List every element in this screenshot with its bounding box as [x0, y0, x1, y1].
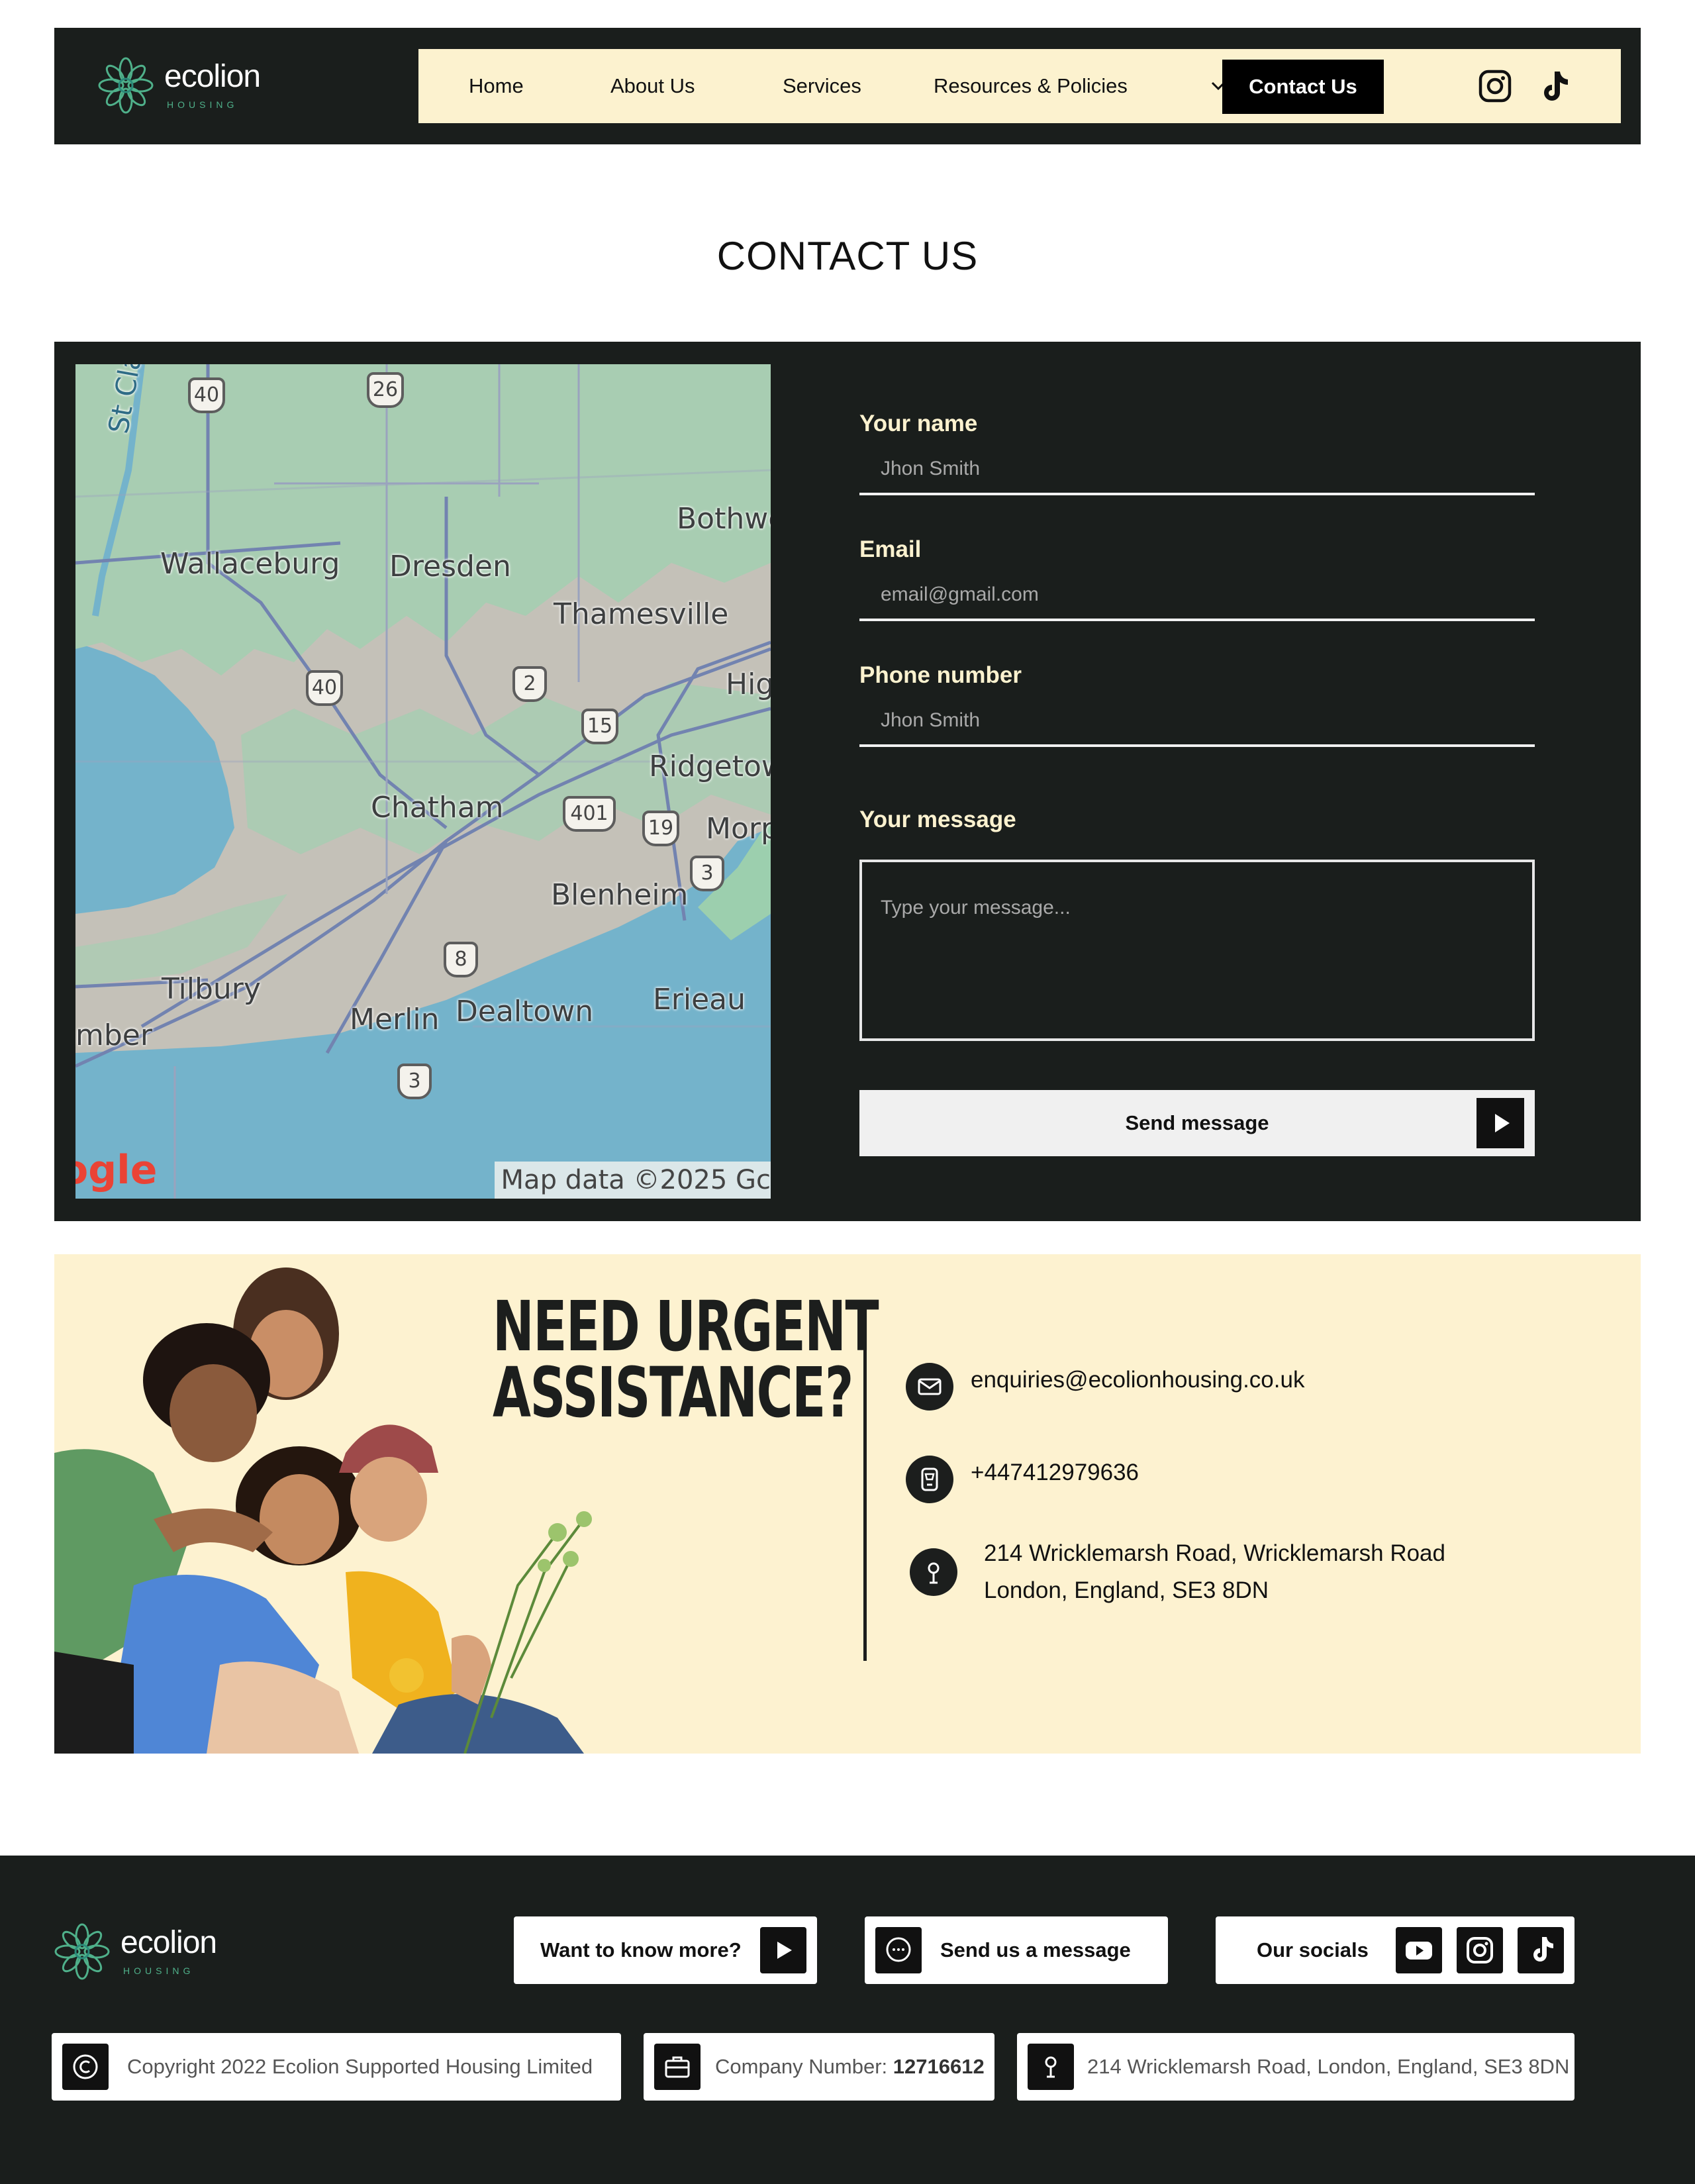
phone-label: Phone number — [859, 662, 1022, 688]
send-us-a-message-button[interactable]: Send us a message — [865, 1916, 1168, 1984]
map-label-erieau: Erieau — [653, 983, 746, 1017]
route-shield: 26 — [367, 372, 404, 408]
urgent-title-line2: ASSISTANCE? — [493, 1352, 853, 1433]
instagram-icon[interactable] — [1457, 1927, 1503, 1973]
play-arrow-icon — [760, 1927, 806, 1973]
company-number-prefix: Company Number: — [715, 2055, 893, 2078]
brand-name: ecolion — [164, 59, 261, 94]
location-pin-icon — [1028, 2044, 1074, 2090]
send-message-button[interactable]: Send message — [859, 1090, 1535, 1156]
copyright-text: Copyright 2022 Ecolion Supported Housing… — [127, 2055, 593, 2078]
map-label-bothwell: Bothwe — [677, 502, 771, 536]
play-arrow-icon — [1477, 1098, 1524, 1148]
route-shield: 19 — [642, 811, 679, 846]
phone-input[interactable] — [859, 697, 1535, 747]
copyright-icon — [62, 2044, 109, 2090]
map-label-dealtown: Dealtown — [456, 995, 594, 1028]
urgent-assistance-section: NEED URGENT ASSISTANCE? enquiries@ecolio… — [54, 1254, 1641, 1754]
main-nav: Home About Us Services Resources & Polic… — [418, 49, 1621, 123]
our-socials-label: Our socials — [1257, 1938, 1369, 1961]
route-shield: 15 — [581, 709, 618, 744]
message-textarea[interactable] — [859, 860, 1535, 1041]
footer-address-box: 214 Wricklemarsh Road, London, England, … — [1017, 2033, 1574, 2101]
email-input[interactable] — [859, 571, 1535, 621]
want-to-know-more-button[interactable]: Want to know more? — [514, 1916, 817, 1984]
map-label-ridgetown: Ridgetow — [649, 750, 771, 783]
nav-home[interactable]: Home — [469, 49, 524, 123]
logo-flower-icon — [98, 57, 154, 114]
page-title: CONTACT US — [716, 234, 979, 278]
location-pin-icon — [910, 1548, 957, 1596]
name-label: Your name — [859, 411, 978, 436]
contact-section: Wallaceburg Dresden Bothwe Thamesville H… — [54, 342, 1641, 1221]
want-to-know-more-label: Want to know more? — [540, 1938, 742, 1961]
vertical-divider — [863, 1302, 867, 1661]
site-footer: ecolion HOUSING Want to know more? Send … — [0, 1856, 1695, 2184]
phone-icon — [906, 1456, 953, 1503]
send-us-a-message-label: Send us a message — [940, 1938, 1131, 1961]
tiktok-icon[interactable] — [1536, 69, 1571, 103]
company-number-box: Company Number: 12716612 — [644, 2033, 994, 2101]
send-message-label: Send message — [1125, 1111, 1269, 1134]
map-label-tilbury: Tilbury — [162, 972, 261, 1006]
contact-phone[interactable]: +447412979636 — [971, 1460, 1139, 1486]
copyright-box: Copyright 2022 Ecolion Supported Housing… — [52, 2033, 621, 2101]
company-number-value: 12716612 — [893, 2055, 985, 2078]
route-shield: 401 — [563, 796, 616, 832]
mail-icon — [906, 1363, 953, 1411]
google-logo: ogle — [75, 1147, 157, 1193]
instagram-icon[interactable] — [1478, 69, 1512, 103]
site-header: ecolion HOUSING Home About Us Services R… — [54, 28, 1641, 144]
our-socials-group: Our socials — [1216, 1916, 1574, 1984]
route-shield: 3 — [397, 1064, 432, 1099]
route-shield: 8 — [444, 942, 478, 977]
company-number-text: Company Number: 12716612 — [715, 2033, 985, 2101]
footer-brand-name: ecolion — [121, 1925, 217, 1960]
embedded-map[interactable]: Wallaceburg Dresden Bothwe Thamesville H… — [75, 364, 771, 1199]
contact-form: Your name Email Phone number Your messag… — [859, 342, 1535, 1221]
map-label-morpeth: Morp — [706, 812, 771, 846]
brand-tagline: HOUSING — [167, 99, 238, 110]
map-label-chatham: Chatham — [371, 791, 504, 824]
route-shield: 2 — [512, 666, 547, 702]
nav-about-us[interactable]: About Us — [610, 49, 695, 123]
route-shield: 40 — [306, 670, 343, 706]
map-label-highgate: Hig — [726, 668, 771, 701]
briefcase-icon — [654, 2044, 701, 2090]
chat-bubble-icon — [875, 1927, 922, 1973]
google-logo-text: ogle — [75, 1147, 158, 1193]
map-label-blenheim: Blenheim — [551, 878, 689, 912]
nav-services[interactable]: Services — [783, 49, 861, 123]
route-shield: 40 — [188, 377, 225, 413]
youtube-icon[interactable] — [1396, 1927, 1442, 1973]
logo-flower-icon — [54, 1923, 110, 1980]
route-shield: 3 — [690, 856, 724, 891]
footer-address-text: 214 Wricklemarsh Road, London, England, … — [1087, 2055, 1570, 2078]
contact-address-line1: 214 Wricklemarsh Road, Wricklemarsh Road — [984, 1540, 1445, 1566]
tiktok-icon[interactable] — [1518, 1927, 1564, 1973]
footer-brand-tagline: HOUSING — [123, 1965, 195, 1976]
nav-resources-policies[interactable]: Resources & Policies — [934, 49, 1128, 123]
map-label-merlin: Merlin — [350, 1003, 440, 1036]
map-attribution[interactable]: Map data ©2025 Gc — [494, 1162, 771, 1199]
footer-brand-logo[interactable]: ecolion HOUSING — [54, 1922, 226, 1985]
map-label-dresden: Dresden — [389, 550, 511, 583]
map-label-thamesville: Thamesville — [554, 597, 729, 631]
brand-logo[interactable]: ecolion HOUSING — [98, 56, 270, 119]
contact-email[interactable]: enquiries@ecolionhousing.co.uk — [971, 1367, 1304, 1393]
message-label: Your message — [859, 807, 1016, 832]
map-label-comber: mber — [75, 1018, 152, 1052]
contact-us-button[interactable]: Contact Us — [1222, 60, 1384, 114]
email-label: Email — [859, 536, 922, 562]
contact-address-line2: London, England, SE3 8DN — [984, 1577, 1269, 1603]
name-input[interactable] — [859, 445, 1535, 495]
map-label-wallaceburg: Wallaceburg — [160, 547, 340, 581]
